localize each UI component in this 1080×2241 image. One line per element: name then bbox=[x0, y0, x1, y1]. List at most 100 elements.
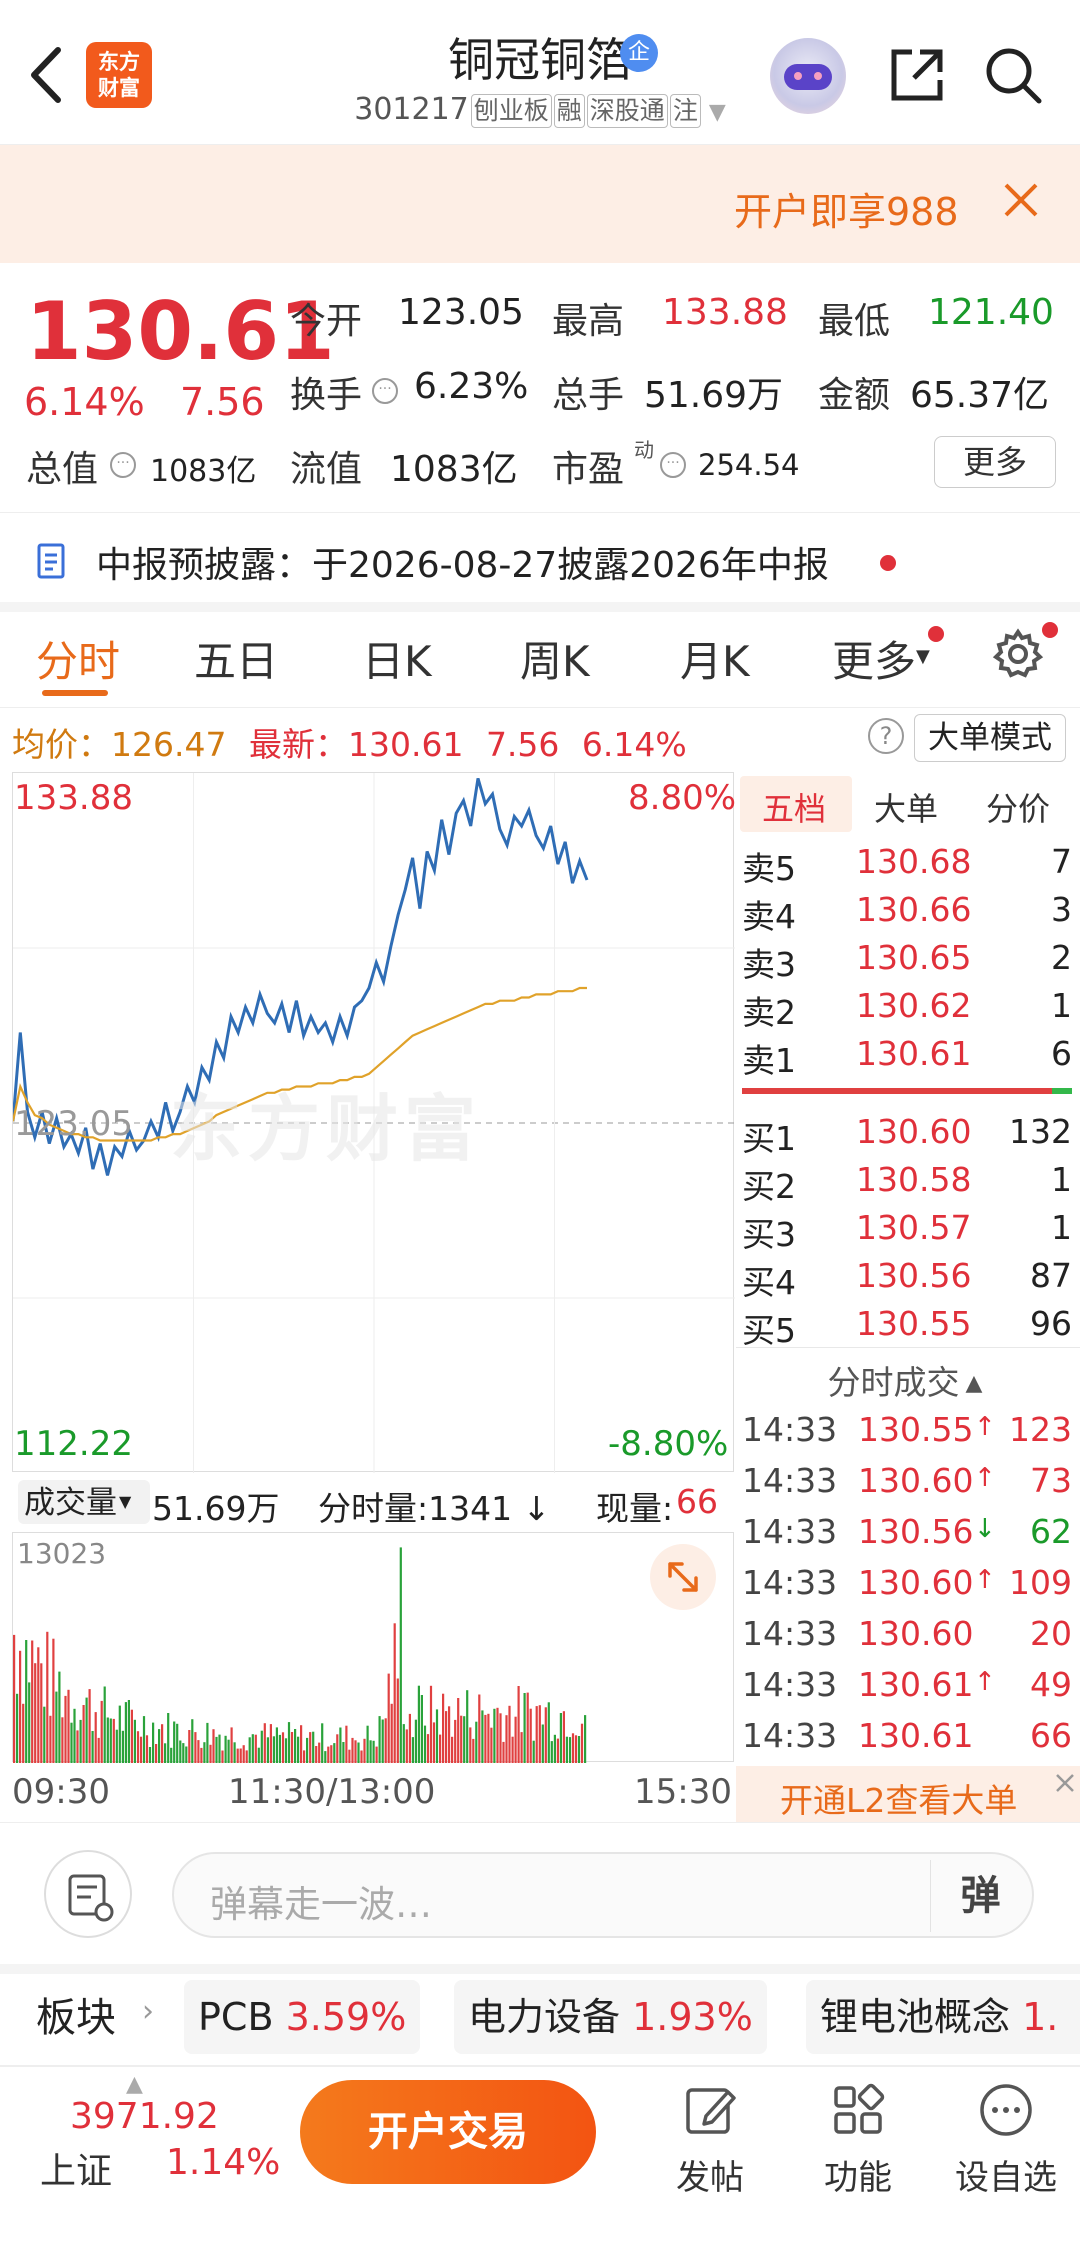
unread-dot bbox=[928, 626, 944, 642]
volume-bar bbox=[25, 1640, 28, 1763]
notice-text: 中报预披露：于2026-08-27披露2026年中报 bbox=[96, 545, 829, 586]
index-change-pct[interactable]: 1.14% bbox=[166, 2142, 280, 2183]
volume-bar bbox=[188, 1730, 191, 1763]
trade-volume: 66 bbox=[1030, 1716, 1072, 1755]
index-value[interactable]: 3971.92 bbox=[70, 2096, 219, 2137]
close-icon[interactable] bbox=[996, 175, 1046, 225]
tab-more[interactable]: 更多▼ bbox=[832, 628, 930, 689]
assistant-robot-icon[interactable] bbox=[770, 38, 846, 114]
gear-icon[interactable] bbox=[990, 626, 1046, 682]
trade-direction-icon: ↓ bbox=[974, 1514, 996, 1544]
volume-bar bbox=[19, 1650, 22, 1763]
chevron-down-icon[interactable]: ▼ bbox=[709, 100, 726, 125]
volume-bar bbox=[152, 1722, 155, 1763]
danmaku-settings-icon[interactable] bbox=[44, 1850, 132, 1938]
more-quote-button[interactable]: 更多 bbox=[934, 436, 1056, 488]
volume-bar bbox=[529, 1708, 532, 1763]
watermark: 东方财富 bbox=[170, 1087, 483, 1171]
volume-bar bbox=[526, 1692, 529, 1763]
sector-chip-power-equipment[interactable]: 电力设备 1.93% bbox=[454, 1980, 767, 2054]
tick-trades-header[interactable]: 分时成交 ▲ bbox=[740, 1356, 1070, 1404]
level-volume: 3 bbox=[1051, 890, 1072, 929]
latest-change: 7.56 bbox=[485, 725, 560, 764]
post-button[interactable]: 发帖 bbox=[650, 2080, 770, 2199]
volume-bar bbox=[263, 1723, 266, 1763]
caret-up-icon[interactable]: ▲ bbox=[126, 2072, 143, 2097]
volume-bar bbox=[103, 1686, 106, 1763]
open-account-trade-button[interactable]: 开户交易 bbox=[300, 2080, 596, 2184]
help-icon[interactable]: ? bbox=[868, 718, 904, 754]
open-label: 今开 bbox=[290, 301, 363, 342]
volume-bar bbox=[342, 1742, 345, 1763]
trade-volume: 123 bbox=[1009, 1410, 1072, 1449]
info-dots-icon[interactable]: ··· bbox=[372, 378, 398, 404]
volume-bar bbox=[46, 1631, 49, 1763]
functions-button[interactable]: 功能 bbox=[798, 2080, 918, 2199]
info-dots-icon[interactable]: ··· bbox=[660, 452, 686, 478]
trade-time: 14:33 bbox=[742, 1512, 838, 1551]
volume-bar bbox=[284, 1738, 288, 1763]
l2-upsell-text: 开通L2查看大单 bbox=[780, 1781, 1018, 1820]
danmaku-toggle-button[interactable]: 弹 bbox=[930, 1860, 1030, 1932]
big-order-mode-button[interactable]: 大单模式 bbox=[914, 714, 1066, 762]
high-value: 133.88 bbox=[662, 292, 788, 333]
level-label: 卖3 bbox=[742, 945, 796, 984]
close-icon[interactable] bbox=[1050, 1768, 1080, 1798]
index-name[interactable]: 上证 bbox=[40, 2142, 112, 2194]
volume-bar bbox=[460, 1715, 463, 1763]
info-dots-icon[interactable]: ··· bbox=[110, 452, 136, 478]
volume-bar bbox=[538, 1705, 541, 1763]
share-icon[interactable] bbox=[886, 44, 948, 106]
volume-bar bbox=[233, 1742, 236, 1763]
level-label: 卖5 bbox=[742, 849, 796, 888]
trade-price: 130.55 bbox=[858, 1410, 974, 1449]
tab-intraday[interactable]: 分时 bbox=[36, 628, 120, 689]
avg-label: 均价： bbox=[12, 725, 111, 764]
change-percent: 6.14% bbox=[24, 380, 145, 424]
danmaku-input[interactable]: 弹幕走一波… 弹 bbox=[172, 1852, 1034, 1938]
tab-five-day[interactable]: 五日 bbox=[194, 628, 278, 689]
volume-bar bbox=[411, 1737, 414, 1763]
volume-bar bbox=[493, 1708, 496, 1763]
promo-text: 开户即享988 bbox=[734, 190, 959, 234]
volume-bar bbox=[236, 1748, 239, 1763]
trade-row: 14:33 130.60 ↑ 109 bbox=[742, 1563, 1072, 1613]
volume-bar bbox=[106, 1717, 109, 1763]
volume-chart[interactable]: 13023 bbox=[12, 1532, 734, 1763]
sell-level-4: 卖4 130.66 3 bbox=[742, 890, 1072, 938]
l2-upsell-bar[interactable]: 开通L2查看大单 bbox=[736, 1766, 1080, 1822]
promo-banner[interactable]: 开户即享988 bbox=[0, 145, 1080, 263]
buy-level-3: 买3 130.57 1 bbox=[742, 1208, 1072, 1256]
add-watchlist-button[interactable]: 设自选 bbox=[946, 2080, 1066, 2199]
volume-bar bbox=[439, 1734, 442, 1763]
tick-trades-title: 分时成交 bbox=[827, 1363, 960, 1402]
volume-bar bbox=[520, 1732, 523, 1763]
tab-price-distribution[interactable]: 分价 bbox=[986, 784, 1050, 830]
search-icon[interactable] bbox=[982, 44, 1044, 106]
expand-icon[interactable] bbox=[650, 1544, 716, 1610]
volume-bar bbox=[324, 1751, 327, 1763]
volume-bar bbox=[281, 1732, 285, 1763]
report-notice[interactable]: 中报预披露：于2026-08-27披露2026年中报 bbox=[0, 522, 1080, 602]
more-dots-icon bbox=[980, 2084, 1032, 2136]
tab-five-levels[interactable]: 五档 bbox=[762, 784, 826, 830]
tab-daily-k[interactable]: 日K bbox=[362, 628, 432, 689]
tab-big-orders[interactable]: 大单 bbox=[874, 784, 938, 830]
sector-chip-lithium-battery[interactable]: 锂电池概念 1. bbox=[806, 1980, 1080, 2054]
sector-title[interactable]: 板块 bbox=[36, 1985, 116, 2043]
volume-bar bbox=[297, 1736, 300, 1763]
volume-bar bbox=[357, 1742, 360, 1763]
tab-monthly-k[interactable]: 月K bbox=[680, 628, 750, 689]
tab-weekly-k[interactable]: 周K bbox=[520, 628, 590, 689]
volume-indicator-select[interactable]: 成交量 ▼ bbox=[18, 1480, 150, 1524]
level-price: 130.65 bbox=[856, 938, 972, 977]
sector-chip-pcb[interactable]: PCB 3.59% bbox=[184, 1980, 421, 2054]
chevron-right-icon[interactable]: › bbox=[142, 1994, 154, 2029]
volume-bar bbox=[155, 1744, 158, 1763]
volume-bar bbox=[432, 1722, 436, 1763]
level-price: 130.58 bbox=[856, 1160, 972, 1199]
watchlist-label: 设自选 bbox=[955, 2158, 1057, 2198]
level-volume: 2 bbox=[1051, 938, 1072, 977]
volume-bar bbox=[79, 1719, 82, 1763]
volume-bar bbox=[426, 1734, 430, 1763]
